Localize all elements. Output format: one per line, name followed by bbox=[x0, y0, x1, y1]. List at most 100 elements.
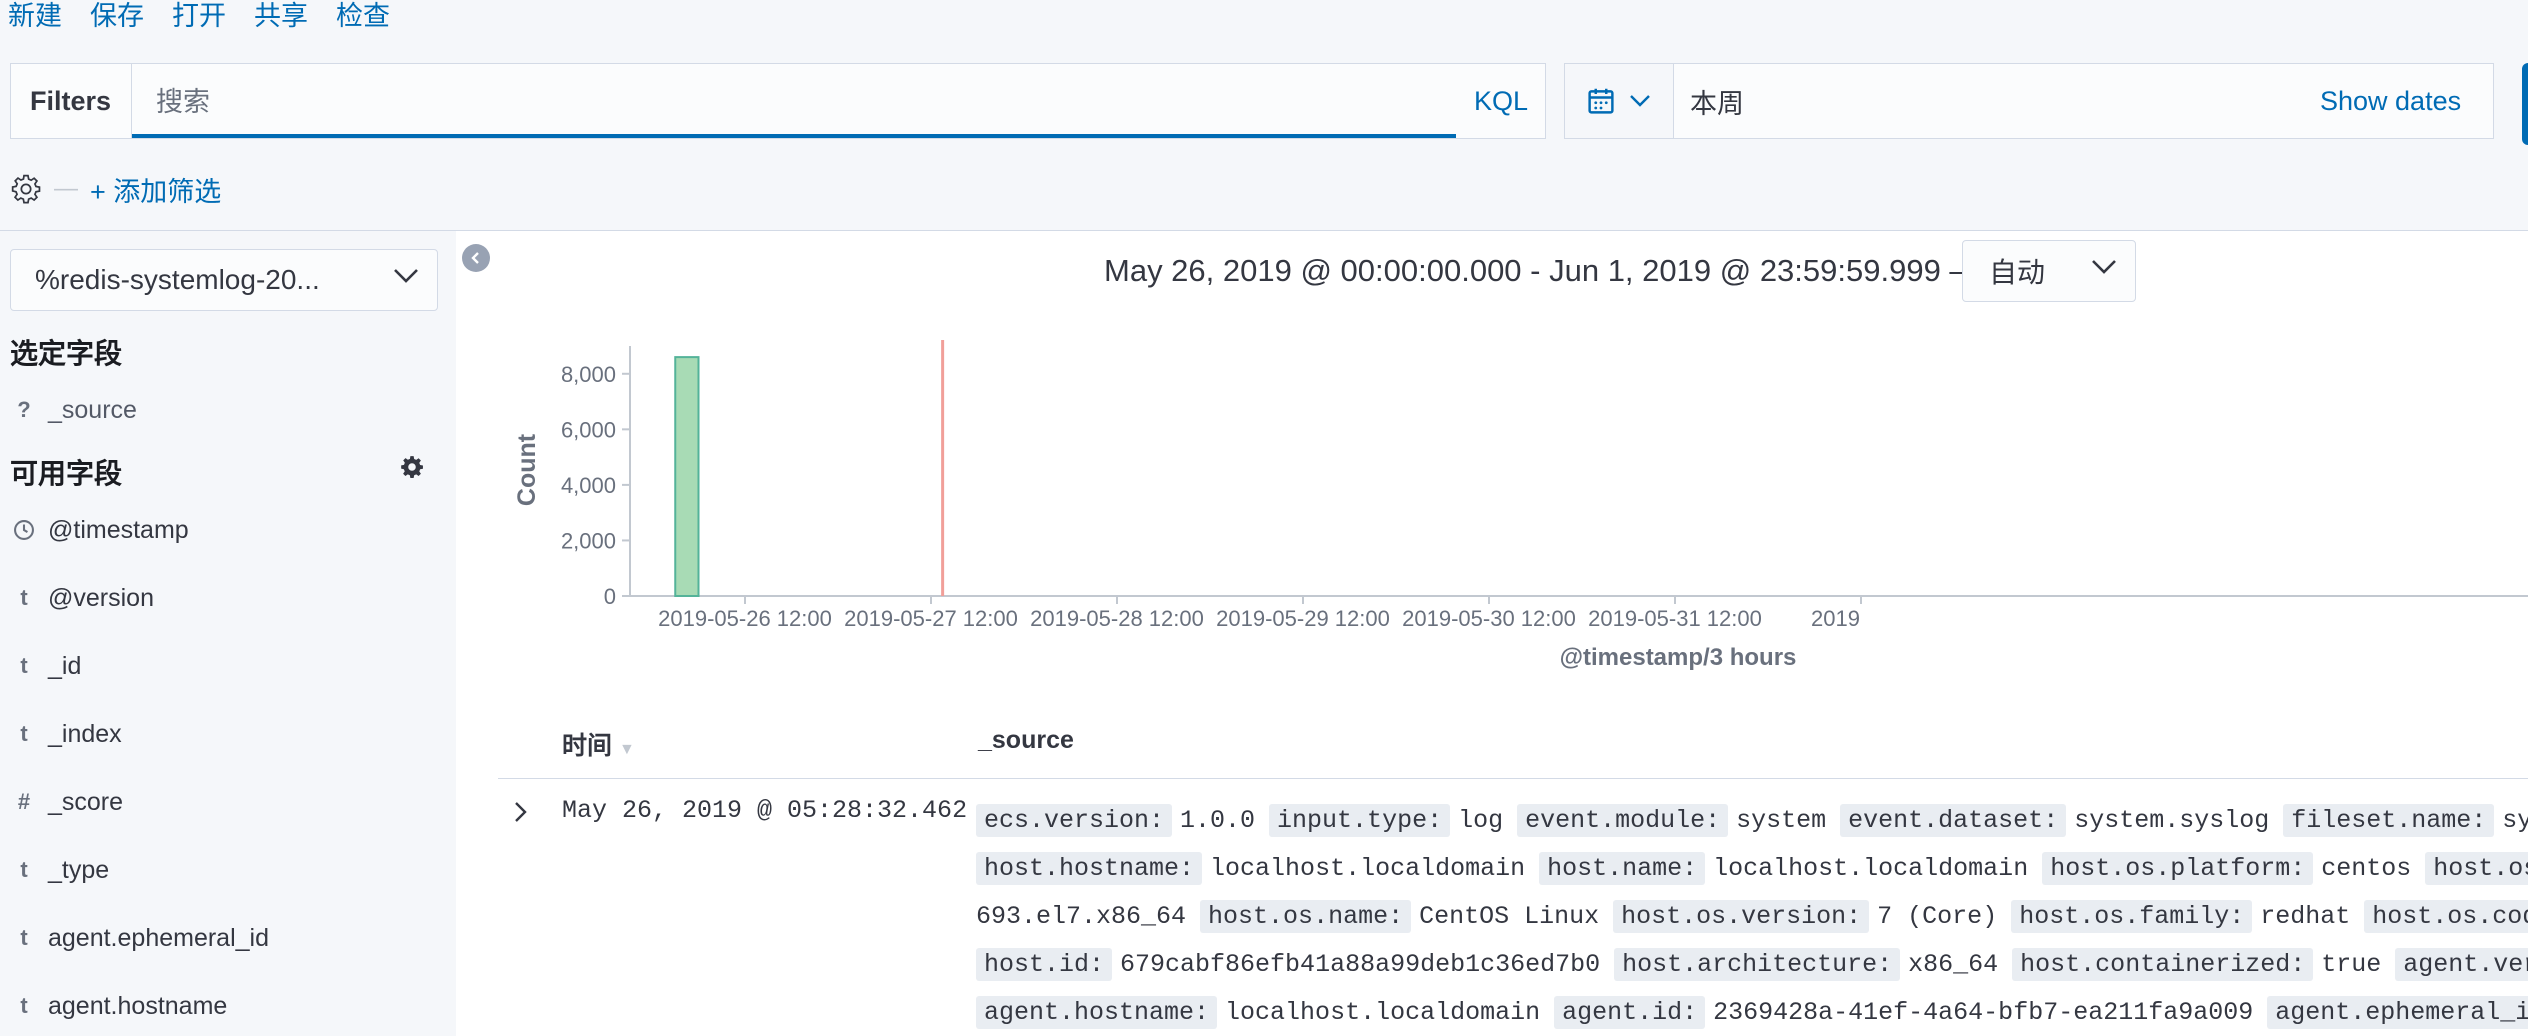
field-name: agent.hostname bbox=[48, 991, 228, 1020]
x-tick-label: 2019-05-31 12:00 bbox=[1588, 606, 1762, 631]
source-field-key: event.dataset: bbox=[1840, 803, 2067, 837]
source-field-key: host.name: bbox=[1539, 851, 1706, 885]
y-tick-label: 0 bbox=[604, 584, 616, 609]
sort-down-icon[interactable]: ▼ bbox=[619, 741, 635, 758]
source-field-value: localhost.localdomain bbox=[1225, 997, 1541, 1027]
histogram-bar[interactable] bbox=[674, 356, 700, 597]
x-tick-label: 2019-05-29 12:00 bbox=[1216, 606, 1390, 631]
menu-share[interactable]: 共享 bbox=[254, 0, 308, 34]
source-field-key: host.os.family: bbox=[2011, 899, 2253, 933]
x-axis-title: @timestamp/3 hours bbox=[1560, 644, 1797, 671]
y-axis-title: Count bbox=[513, 433, 541, 506]
interval-select[interactable]: 自动 bbox=[1962, 240, 2136, 302]
source-field-value: localhost.localdomain bbox=[1713, 853, 2029, 883]
source-field-value: syslog bbox=[2502, 805, 2528, 835]
arrow-left-icon bbox=[471, 252, 479, 264]
y-tick-label: 2,000 bbox=[561, 528, 616, 553]
source-line: 693.el7.x86_64 host.os.name: CentOS Linux h… bbox=[976, 896, 2528, 936]
source-field-value: system bbox=[1736, 805, 1827, 835]
string-type-icon: t bbox=[20, 721, 28, 746]
filters-label[interactable]: Filters bbox=[10, 63, 132, 139]
field-item[interactable]: ? _source bbox=[0, 390, 137, 430]
field-name: _type bbox=[48, 855, 110, 884]
string-type-icon: t bbox=[20, 585, 28, 610]
calendar-icon bbox=[1588, 88, 1614, 114]
source-field-key: agent.version bbox=[2395, 947, 2528, 981]
string-type-icon: t bbox=[20, 993, 28, 1018]
filter-row: — + 添加筛选 bbox=[10, 166, 221, 212]
index-pattern-select[interactable]: %redis-systemlog-20... bbox=[10, 249, 438, 311]
field-item[interactable]: t _id bbox=[0, 646, 81, 686]
source-field-key: agent.id: bbox=[1554, 995, 1706, 1029]
menu-new[interactable]: 新建 bbox=[8, 0, 62, 34]
date-range-value[interactable]: 本周 bbox=[1690, 63, 1744, 139]
field-name: _score bbox=[48, 787, 124, 816]
x-tick-label: 2019-05-26 12:00 bbox=[658, 606, 832, 631]
source-field-value: redhat bbox=[2260, 901, 2351, 931]
source-field-value: localhost.localdomain bbox=[1210, 853, 1526, 883]
field-name: agent.ephemeral_id bbox=[48, 923, 269, 952]
source-field-key: host.os.version: bbox=[1613, 899, 1870, 933]
separator: — bbox=[54, 175, 78, 202]
field-settings-gear-icon[interactable] bbox=[399, 454, 425, 480]
chevron-down-icon bbox=[1630, 95, 1650, 107]
field-name: _index bbox=[48, 719, 122, 748]
source-field-key: agent.hostname: bbox=[976, 995, 1218, 1029]
available-fields-title: 可用字段 bbox=[10, 458, 123, 489]
field-item[interactable]: t agent.ephemeral_id bbox=[0, 918, 269, 958]
table-header-divider bbox=[498, 778, 2528, 779]
search-input[interactable]: 搜索 bbox=[132, 64, 1456, 138]
field-name: _source bbox=[48, 395, 137, 424]
expand-row-chevron-icon[interactable] bbox=[512, 800, 530, 824]
time-header-label: 时间 bbox=[562, 732, 613, 760]
source-column-header: _source bbox=[978, 726, 1074, 754]
field-item[interactable]: t _index bbox=[0, 714, 122, 754]
source-field-key: host.architecture: bbox=[1614, 947, 1901, 981]
chevron-down-icon bbox=[2092, 260, 2116, 274]
source-line: ecs.version: 1.0.0 input.type: log event.mod… bbox=[976, 800, 2528, 840]
selected-fields-title: 选定字段 bbox=[10, 338, 123, 369]
field-name: _id bbox=[48, 651, 82, 680]
source-field-key: host.os.ker bbox=[2425, 851, 2528, 885]
source-field-key: event.module: bbox=[1517, 803, 1729, 837]
field-item[interactable]: # _score bbox=[0, 782, 123, 822]
add-filter-button[interactable]: + 添加筛选 bbox=[90, 170, 221, 209]
source-field-key: host.os.platform: bbox=[2042, 851, 2314, 885]
source-field-key: ecs.version: bbox=[976, 803, 1173, 837]
field-name: @version bbox=[48, 583, 154, 612]
y-tick-label: 4,000 bbox=[561, 473, 616, 498]
string-type-icon: t bbox=[20, 653, 28, 678]
time-column-header[interactable]: 时间 ▼ bbox=[562, 726, 635, 762]
source-line: host.id: 679cabf86efb41a88a99deb1c36ed7b0… bbox=[976, 944, 2528, 984]
gear-icon[interactable] bbox=[10, 173, 42, 205]
quick-menu-button[interactable] bbox=[1565, 64, 1674, 138]
field-item[interactable]: @timestamp bbox=[0, 510, 189, 550]
menu-open[interactable]: 打开 bbox=[172, 0, 226, 34]
source-field-value: CentOS Linux bbox=[1419, 901, 1600, 931]
source-field-key: host.os.codenam bbox=[2364, 899, 2528, 933]
refresh-button-edge[interactable] bbox=[2522, 63, 2528, 145]
source-field-value: 679cabf86efb41a88a99deb1c36ed7b0 bbox=[1120, 949, 1601, 979]
source-field-key: host.containerized: bbox=[2012, 947, 2314, 981]
source-field-key: host.os.name: bbox=[1200, 899, 1412, 933]
source-field-value: 2369428a-41ef-4a64-bfb7-ea211fa9a009 bbox=[1713, 997, 2254, 1027]
collapse-sidebar-button[interactable] bbox=[462, 244, 490, 272]
x-tick-label: 2019-05-30 12:00 bbox=[1402, 606, 1576, 631]
field-item[interactable]: t _type bbox=[0, 850, 109, 890]
field-item[interactable]: t @version bbox=[0, 578, 154, 618]
show-dates-button[interactable]: Show dates bbox=[2320, 63, 2461, 139]
kql-toggle[interactable]: KQL bbox=[1456, 63, 1546, 139]
field-item[interactable]: t agent.hostname bbox=[0, 986, 227, 1026]
menu-save[interactable]: 保存 bbox=[90, 0, 144, 34]
top-menu: 新建 保存 打开 共享 检查 bbox=[0, 0, 390, 34]
time-range-label: May 26, 2019 @ 00:00:00.000 - Jun 1, 201… bbox=[1104, 240, 1980, 302]
source-field-value: true bbox=[2321, 949, 2382, 979]
menu-inspect[interactable]: 检查 bbox=[336, 0, 390, 34]
source-field-key: host.hostname: bbox=[976, 851, 1203, 885]
time-range-text: May 26, 2019 @ 00:00:00.000 - Jun 1, 201… bbox=[1104, 253, 1981, 288]
source-field-key: fileset.name: bbox=[2283, 803, 2495, 837]
source-field-key: host.id: bbox=[976, 947, 1113, 981]
source-field-value: system.syslog bbox=[2074, 805, 2270, 835]
string-type-icon: t bbox=[20, 925, 28, 950]
source-field-key: input.type: bbox=[1269, 803, 1451, 837]
